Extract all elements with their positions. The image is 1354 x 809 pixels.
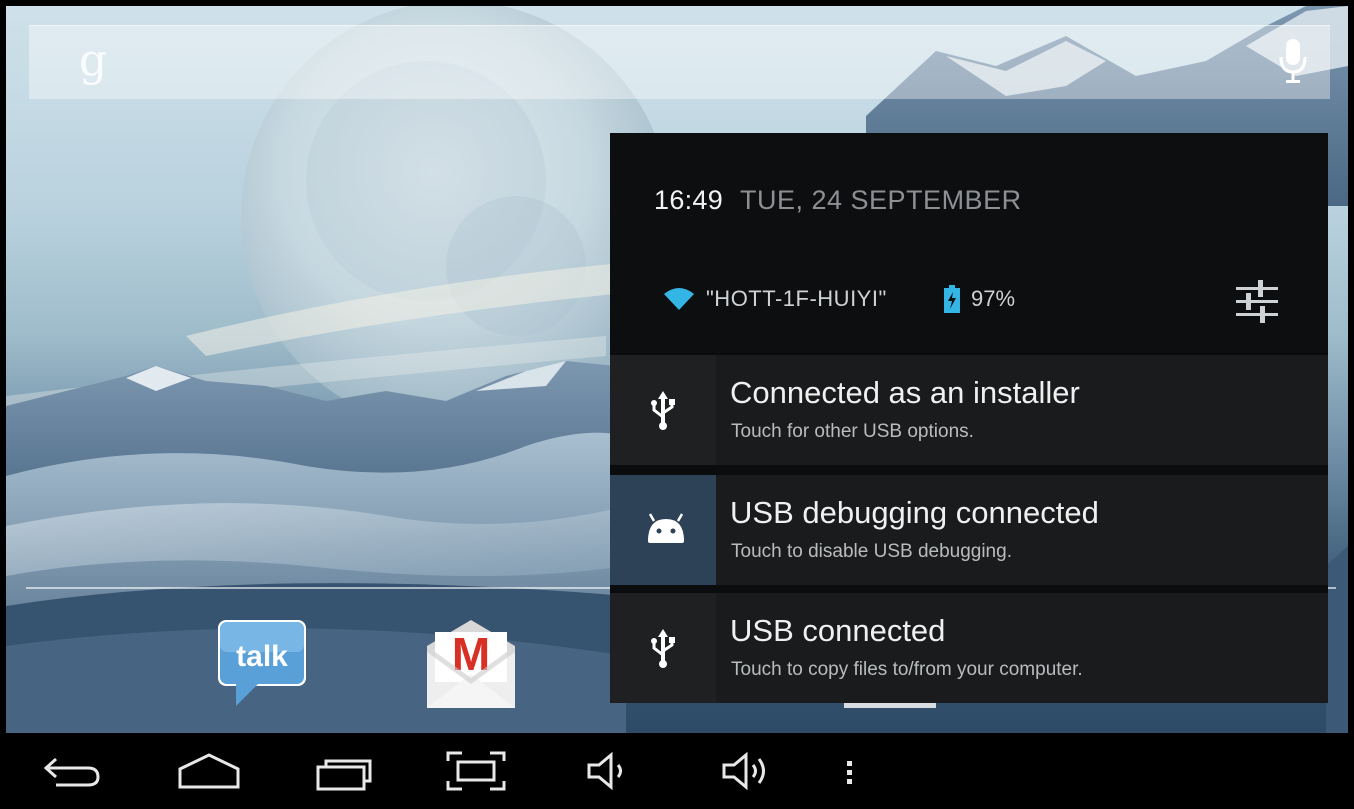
- menu-icon[interactable]: [838, 747, 862, 795]
- usb-icon: [651, 391, 675, 430]
- google-logo-icon[interactable]: g: [79, 33, 107, 89]
- notification-usb-debugging[interactable]: USB debugging connected Touch to disable…: [610, 475, 1328, 585]
- recent-apps-icon[interactable]: [314, 747, 378, 795]
- microphone-icon[interactable]: [1278, 39, 1308, 85]
- notification-icon-cell: [610, 355, 716, 465]
- quick-settings-icon[interactable]: [1234, 277, 1280, 325]
- navigation-bar: [0, 733, 1354, 809]
- notification-title: USB connected: [730, 613, 946, 648]
- volume-down-icon[interactable]: [585, 747, 635, 795]
- notification-subtitle: Touch for other USB options.: [731, 421, 974, 442]
- volume-up-icon[interactable]: [720, 747, 776, 795]
- android-tablet-screen: g talk M 16:49 TUE, 24 SEPTEMBER "HOTT-1…: [0, 0, 1354, 809]
- shade-header: 16:49 TUE, 24 SEPTEMBER "HOTT-1F-HUIYI" …: [610, 133, 1328, 353]
- clock-time: 16:49: [654, 185, 724, 215]
- google-search-bar[interactable]: g: [29, 25, 1330, 99]
- android-debug-icon: [648, 513, 684, 543]
- clock-date: TUE, 24 SEPTEMBER: [740, 185, 1022, 215]
- usb-icon: [651, 629, 675, 668]
- notification-installer[interactable]: Connected as an installer Touch for othe…: [610, 355, 1328, 465]
- dock-divider-end: [1328, 587, 1336, 589]
- notification-title: Connected as an installer: [730, 375, 1080, 410]
- notification-usb-connected[interactable]: USB connected Touch to copy files to/fro…: [610, 593, 1328, 703]
- notification-icon-cell: [610, 593, 716, 703]
- notification-title: USB debugging connected: [730, 495, 1099, 530]
- wifi-ssid: "HOTT-1F-HUIYI": [706, 286, 887, 311]
- battery-percent: 97%: [971, 286, 1016, 311]
- shade-drag-handle[interactable]: [844, 703, 936, 708]
- talk-app-icon[interactable]: talk: [214, 618, 310, 710]
- battery-charging-icon: [944, 285, 960, 313]
- notification-shade[interactable]: 16:49 TUE, 24 SEPTEMBER "HOTT-1F-HUIYI" …: [610, 133, 1328, 703]
- back-icon[interactable]: [40, 747, 104, 795]
- gmail-app-icon[interactable]: M: [423, 618, 519, 710]
- wifi-icon: [664, 288, 694, 310]
- notification-subtitle: Touch to disable USB debugging.: [731, 541, 1012, 562]
- notification-icon-cell: [610, 475, 716, 585]
- dock-divider: [26, 587, 616, 589]
- home-icon[interactable]: [176, 747, 242, 795]
- talk-app-label: talk: [236, 640, 288, 673]
- screenshot-icon[interactable]: [444, 747, 508, 795]
- notification-subtitle: Touch to copy files to/from your compute…: [731, 659, 1083, 680]
